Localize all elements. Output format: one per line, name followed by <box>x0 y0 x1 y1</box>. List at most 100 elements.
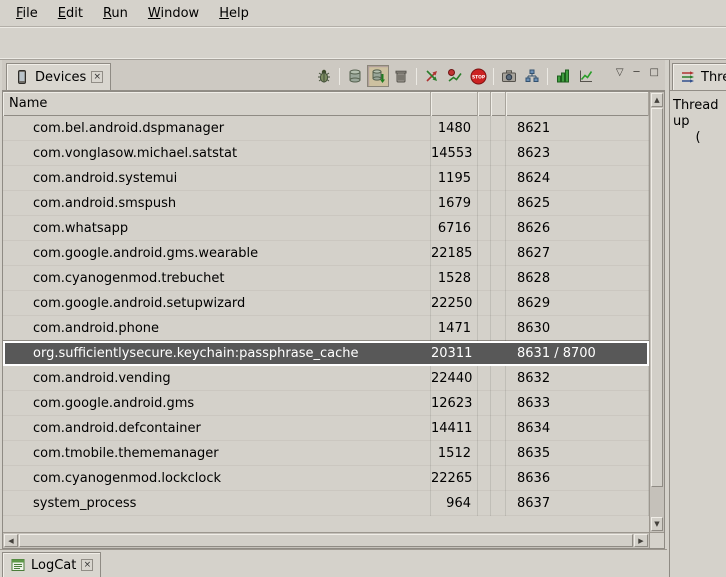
process-port: 8634 <box>506 416 649 441</box>
empty-cell <box>491 316 506 341</box>
scroll-up-icon[interactable]: ▲ <box>651 93 663 107</box>
empty-cell <box>478 241 491 266</box>
process-pid: 1679 <box>431 191 478 216</box>
process-pid: 22250 <box>431 291 478 316</box>
menu-run[interactable]: Run <box>93 2 138 25</box>
tab-logcat[interactable]: LogCat × <box>2 552 101 577</box>
device-row[interactable]: com.whatsapp67168626 <box>3 216 649 241</box>
empty-cell <box>478 491 491 516</box>
process-name: com.vonglasow.michael.satstat <box>3 141 431 166</box>
device-row[interactable]: com.android.systemui1195 8624 <box>3 166 649 191</box>
profiling-chart-icon[interactable] <box>575 65 597 87</box>
maximize-icon[interactable]: □ <box>648 67 661 79</box>
process-port: 8632 <box>506 366 649 391</box>
tab-threads-label: Threads <box>701 70 726 85</box>
process-name: system_process <box>3 491 431 516</box>
scroll-left-icon[interactable]: ◀ <box>4 534 18 547</box>
device-row[interactable]: com.cyanogenmod.trebuchet15288628 <box>3 266 649 291</box>
device-table-header: Name <box>3 92 649 116</box>
tab-threads[interactable]: Threads <box>672 63 726 90</box>
menu-window[interactable]: Window <box>138 2 209 25</box>
empty-cell <box>478 466 491 491</box>
update-threads-icon[interactable] <box>421 65 443 87</box>
view-menu-icon[interactable]: ▽ <box>614 67 626 79</box>
toolbar-separator <box>416 68 417 85</box>
column-header-1[interactable] <box>431 92 478 116</box>
scroll-down-icon[interactable]: ▼ <box>651 517 663 531</box>
empty-cell <box>491 266 506 291</box>
threads-message-line2: ( <box>673 130 723 146</box>
menu-edit[interactable]: Edit <box>48 2 93 25</box>
process-port: 8621 <box>506 116 649 141</box>
screen-capture-icon[interactable] <box>498 65 520 87</box>
device-row[interactable]: com.bel.android.dspmanager14808621 <box>3 116 649 141</box>
empty-cell <box>478 441 491 466</box>
device-row[interactable]: system_process9648637 <box>3 491 649 516</box>
device-row[interactable]: com.tmobile.thememanager15128635 <box>3 441 649 466</box>
device-row[interactable]: com.vonglasow.michael.satstat145538623 <box>3 141 649 166</box>
stop-process-icon[interactable]: STOP <box>467 65 489 87</box>
process-pid: 20311 <box>431 341 478 366</box>
process-name: com.android.systemui <box>3 166 431 191</box>
empty-cell <box>491 466 506 491</box>
device-row[interactable]: com.android.phone14718630 <box>3 316 649 341</box>
debug-process-icon[interactable] <box>313 65 335 87</box>
empty-cell <box>491 491 506 516</box>
process-name: com.android.smspush <box>3 191 431 216</box>
column-header-name[interactable]: Name <box>3 92 431 116</box>
vertical-scrollbar[interactable]: ▲ ▼ <box>649 92 664 532</box>
process-name: com.android.phone <box>3 316 431 341</box>
cause-gc-icon[interactable] <box>390 65 412 87</box>
device-row[interactable]: com.google.android.gms.wearable221858627 <box>3 241 649 266</box>
process-port: 8624 <box>506 166 649 191</box>
device-row[interactable]: com.android.smspush1679 8625 <box>3 191 649 216</box>
column-header-2[interactable] <box>478 92 491 116</box>
devices-view: Devices × STOP ▽ ─ □ Name com.bel.android.… <box>2 60 665 549</box>
process-port: 8625 <box>506 191 649 216</box>
tab-devices-close-icon[interactable]: × <box>91 71 103 83</box>
thread-columns-icon[interactable] <box>552 65 574 87</box>
process-name: com.google.android.setupwizard <box>3 291 431 316</box>
menu-help[interactable]: Help <box>209 2 259 25</box>
process-pid: 964 <box>431 491 478 516</box>
main-toolbar <box>0 26 726 60</box>
empty-cell <box>478 166 491 191</box>
device-row[interactable]: com.cyanogenmod.lockclock222658636 <box>3 466 649 491</box>
process-name: com.whatsapp <box>3 216 431 241</box>
process-pid: 12623 <box>431 391 478 416</box>
scroll-right-icon[interactable]: ▶ <box>634 534 648 547</box>
horizontal-scrollbar[interactable]: ◀ ▶ <box>3 532 649 548</box>
empty-cell <box>491 216 506 241</box>
process-name: com.android.defcontainer <box>3 416 431 441</box>
minimize-icon[interactable]: ─ <box>632 67 642 79</box>
device-row[interactable]: com.google.android.setupwizard222508629 <box>3 291 649 316</box>
dump-hprof-icon[interactable] <box>367 65 389 87</box>
vertical-scrollbar-thumb[interactable] <box>651 108 663 487</box>
device-row[interactable]: com.android.vending224408632 <box>3 366 649 391</box>
start-method-profiling-icon[interactable] <box>444 65 466 87</box>
threads-message-line1: Thread up <box>673 98 723 130</box>
menu-file[interactable]: File <box>6 2 48 25</box>
process-pid: 1195 <box>431 166 478 191</box>
horizontal-scrollbar-thumb[interactable] <box>19 534 633 547</box>
column-header-3[interactable] <box>491 92 506 116</box>
toolbar-separator <box>493 68 494 85</box>
process-pid: 14553 <box>431 141 478 166</box>
empty-cell <box>491 191 506 216</box>
update-heap-icon[interactable] <box>344 65 366 87</box>
threads-icon <box>680 69 696 85</box>
device-row[interactable]: com.google.android.gms126238633 <box>3 391 649 416</box>
tab-devices[interactable]: Devices × <box>6 63 111 90</box>
process-name: com.cyanogenmod.trebuchet <box>3 266 431 291</box>
device-row[interactable]: com.android.defcontainer144118634 <box>3 416 649 441</box>
empty-cell <box>478 116 491 141</box>
process-port: 8630 <box>506 316 649 341</box>
view-hierarchy-icon[interactable] <box>521 65 543 87</box>
process-pid: 1528 <box>431 266 478 291</box>
column-header-4[interactable] <box>506 92 649 116</box>
empty-cell <box>478 416 491 441</box>
device-icon <box>14 69 30 85</box>
tab-logcat-close-icon[interactable]: × <box>81 559 93 571</box>
devices-toolbar: STOP <box>313 65 597 87</box>
device-row[interactable]: org.sufficientlysecure.keychain:passphra… <box>3 341 649 366</box>
